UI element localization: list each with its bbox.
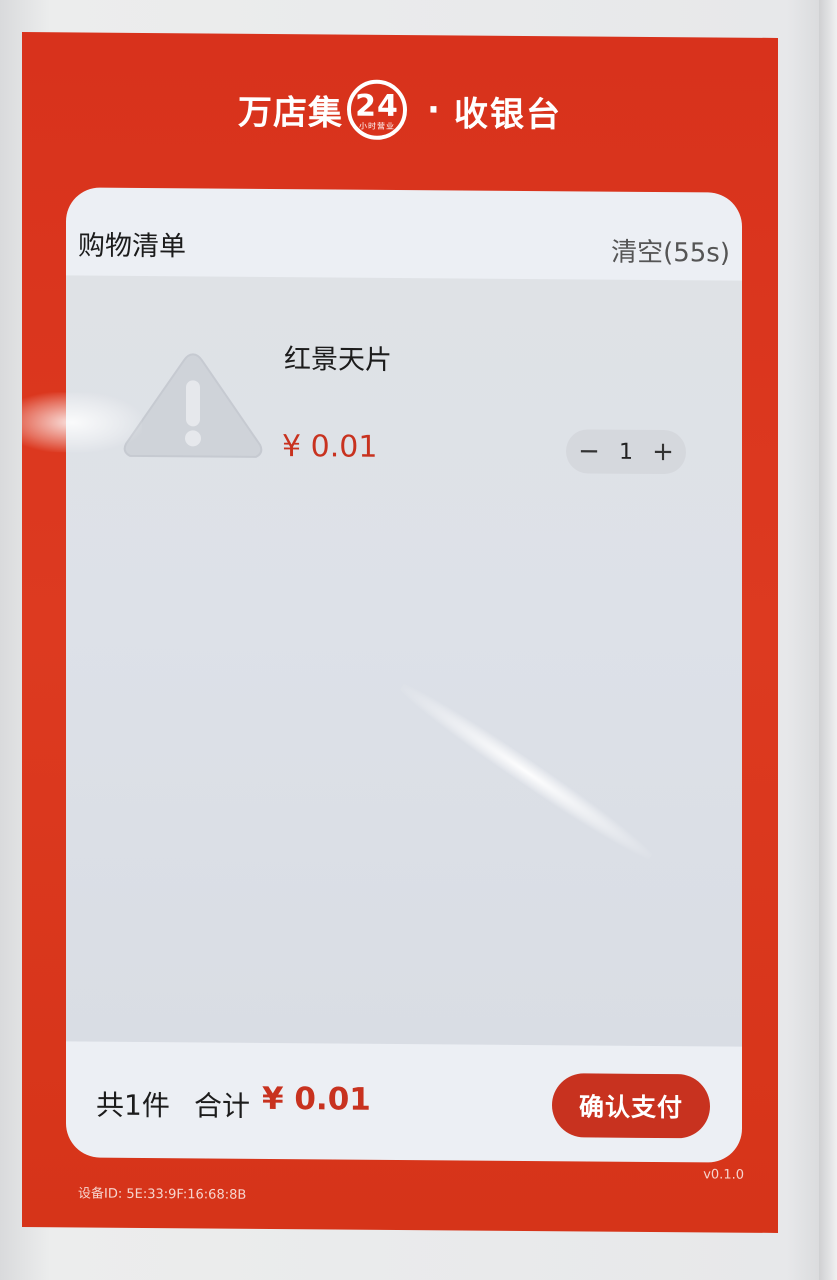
total-value: ¥ 0.01 — [262, 1080, 371, 1118]
brand-logo: 万店集 24 小时营业 — [238, 79, 408, 141]
device-id: 设备ID: 5E:33:9F:16:68:8B — [78, 1186, 247, 1203]
quantity-stepper: − 1 + — [566, 429, 686, 475]
cart-footer: 共1件 合计 ¥ 0.01 确认支付 — [66, 1041, 742, 1162]
cart-title: 购物清单 — [78, 230, 186, 263]
clear-cart-button[interactable]: 清空(55s) — [611, 232, 730, 270]
app-header: 万店集 24 小时营业 · 收银台 — [22, 72, 778, 148]
decrement-button[interactable]: − — [574, 436, 604, 466]
list-item: 红景天片 ¥ 0.01 − 1 + — [66, 275, 742, 480]
app-version: v0.1.0 — [703, 1167, 744, 1183]
brand-24-subtitle: 小时营业 — [359, 121, 396, 131]
header-separator: · — [427, 90, 440, 131]
item-count: 共1件 — [96, 1088, 170, 1123]
cart-item-list: 红景天片 ¥ 0.01 − 1 + — [66, 275, 742, 1047]
brand-name: 万店集 — [238, 92, 344, 134]
increment-button[interactable]: + — [648, 437, 678, 467]
cart-header: 购物清单 清空(55s) — [66, 187, 742, 280]
device-bezel-edge — [819, 0, 837, 1280]
confirm-pay-button[interactable]: 确认支付 — [552, 1073, 710, 1139]
brand-24-number: 24 — [355, 88, 399, 124]
brand-24-badge: 24 小时营业 — [347, 79, 408, 141]
product-name: 红景天片 — [284, 344, 392, 376]
quantity-value: 1 — [619, 439, 633, 465]
product-thumbnail — [120, 348, 266, 467]
page-title: 收银台 — [453, 93, 562, 135]
kiosk-screen: 万店集 24 小时营业 · 收银台 购物清单 清空(55s) 红景天片 ¥ 0.… — [22, 32, 778, 1233]
warning-triangle-icon — [123, 353, 263, 458]
total-label: 合计 — [194, 1089, 251, 1123]
product-price: ¥ 0.01 — [282, 429, 378, 465]
cart-card: 购物清单 清空(55s) 红景天片 ¥ 0.01 − 1 + 共1件 合计 ¥ … — [66, 187, 742, 1163]
